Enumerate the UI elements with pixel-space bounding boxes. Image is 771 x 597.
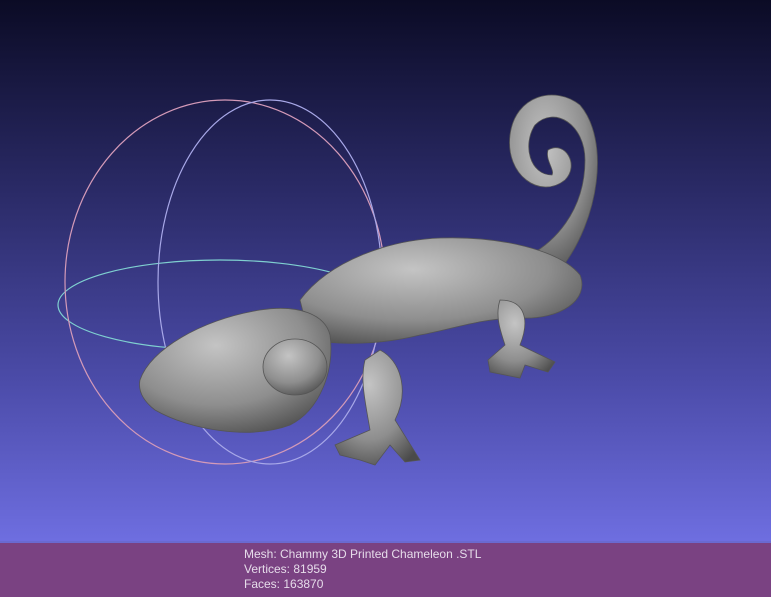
3d-viewport[interactable] [0,0,771,541]
chameleon-mesh [139,94,598,466]
vertex-count: Vertices: 81959 [244,562,327,576]
tail [509,94,598,271]
body [299,237,583,344]
face-count: Faces: 163870 [244,577,324,591]
mesh-info-bar: Mesh: Chammy 3D Printed Chameleon .STL V… [0,541,771,597]
front-leg [334,349,421,466]
eye [262,338,328,396]
scene [57,94,598,466]
mesh-name: Mesh: Chammy 3D Printed Chameleon .STL [244,547,482,561]
